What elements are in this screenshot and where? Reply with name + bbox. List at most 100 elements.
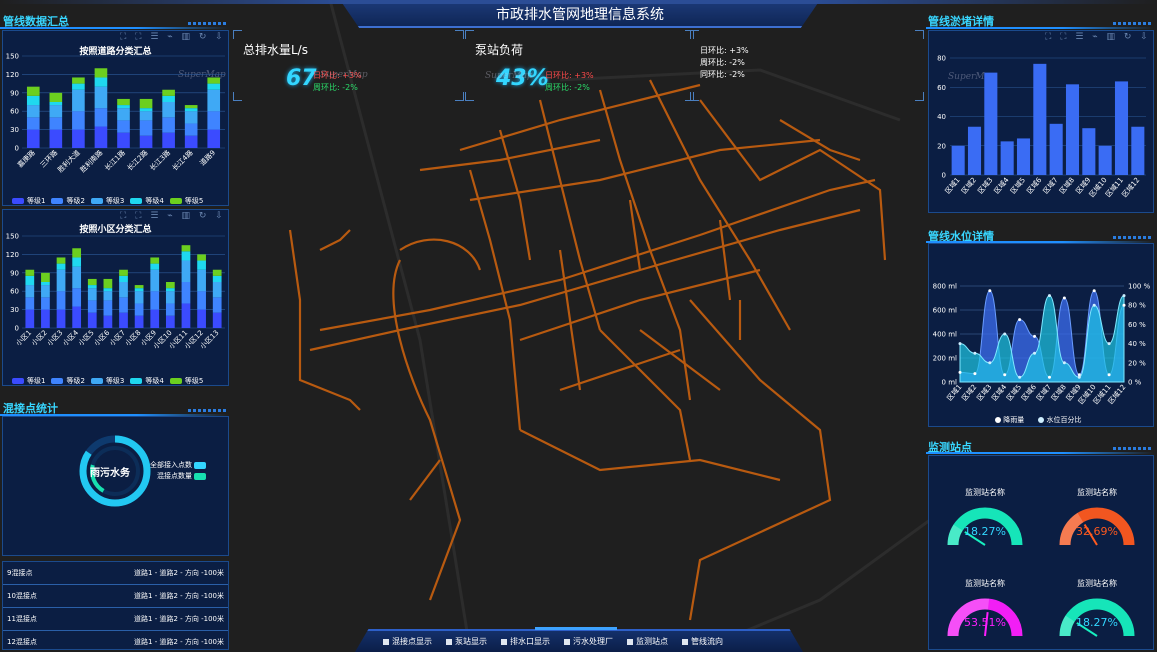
pipe-segment [319,229,351,251]
bar-segment [103,288,113,292]
x-tick-label: 小区3 [45,328,64,347]
bar [1065,84,1080,175]
legend-item[interactable]: 等级3 [90,196,125,206]
gauge-station-name: 监测站名称 [1077,579,1117,588]
checkbox-icon[interactable] [446,638,452,645]
bar-segment [212,275,222,282]
bar-segment [94,86,108,109]
y-tick-label: 60 [10,108,19,116]
legend-item[interactable]: 等级2 [51,376,85,386]
toggle-button[interactable]: 排水口显示 [501,636,550,647]
toggle-button[interactable]: 污水处理厂 [564,636,613,647]
kpi-corner [455,30,464,39]
chart-toolbar[interactable]: ⛶ ⛶ ☰ ⌁ ▥ ↻ ⇩ [120,211,226,221]
bar-segment [119,282,128,298]
table-row[interactable]: 11混接点 道路1 - 道路2 - 方向 -100米 [3,607,228,631]
y-tick-label-right: 20 % [1128,359,1146,367]
y-tick-label: 20 [937,142,946,150]
table-row[interactable]: 9混接点 道路1 - 道路2 - 方向 -100米 [3,562,228,585]
bar-segment [150,269,160,292]
chart-toolbar[interactable]: ⛶ ⛶ ☰ ⌁ ▥ ↻ ⇩ [120,32,226,42]
toggle-button[interactable]: 泵站显示 [446,636,487,647]
donut-legend: 全部接入点数 混接点数量 [150,460,207,482]
legend-label: 等级2 [66,377,85,385]
toggle-button-label: 混接点显示 [392,637,432,646]
y-tick-label-right: 40 % [1128,340,1146,348]
point-rainfall [1092,289,1096,293]
bar-segment [134,291,144,304]
checkbox-icon[interactable] [627,638,633,645]
bar-segment [134,288,144,292]
legend-item[interactable]: 等级4 [130,196,164,206]
legend-item[interactable]: 等级4 [130,376,164,386]
bar-segment [87,312,97,328]
gauge-value: 53.51% [964,616,1006,629]
pipe-segment [459,83,701,152]
bar-segment [117,98,130,106]
legend-item[interactable]: 等级3 [90,376,124,386]
legend-road: 等级1 等级2 等级3 等级4 等级5 [12,196,203,206]
bar-segment [25,309,35,328]
x-tick-label: 区域6 [1019,382,1038,402]
gauge-value: 18.27% [964,525,1006,538]
bar-segment [26,129,40,148]
bar-segment [72,111,85,130]
bar-segment [103,300,113,316]
bar-segment [72,248,82,258]
checkbox-icon[interactable] [501,638,507,645]
legend-item[interactable]: 等级5 [169,376,204,386]
kpi-corner [465,92,474,101]
bar-segment [56,257,66,264]
table-row[interactable]: 10混接点 道路1 - 道路2 - 方向 -100米 [3,584,228,608]
kpi-label-pump-load: 泵站负荷 [475,43,524,57]
legend-swatch [90,378,103,384]
checkbox-icon[interactable] [383,638,389,645]
point-water-level [1047,294,1051,298]
x-tick-label: 长江4路 [170,148,194,172]
legend-item[interactable]: 等级1 [12,376,45,386]
gauge-station-name: 监测站名称 [1077,488,1117,497]
y-tick-label-right: 80 % [1128,302,1146,310]
bar-segment [117,120,130,133]
legend-swatch [51,378,64,384]
checkbox-icon[interactable] [564,638,570,645]
bar-segment [207,89,221,112]
toggle-button[interactable]: 监测站点 [627,636,668,647]
chart-toolbar[interactable]: ⛶ ⛶ ☰ ⌁ ▥ ↻ ⇩ [1045,32,1151,42]
bar-segment [25,269,35,276]
legend-label: 等级5 [184,377,204,385]
legend-swatch [169,378,182,384]
bar-segment [165,288,175,292]
y-tick-label: 90 [10,269,19,277]
x-tick-label: 长江2路 [125,148,149,172]
bar-segment [150,257,160,264]
bar-segment [162,117,175,133]
x-tick-label: 区域5 [1004,383,1023,403]
chart-district-stacked-bar: 0306090120150小区1小区2小区3小区4小区5小区6小区7小区8小区9… [6,233,225,351]
point-water-level [1018,375,1022,379]
bar-segment [181,245,191,252]
x-tick-label: 区域8 [1049,383,1068,403]
toggle-button-label: 管线流向 [691,637,723,646]
bar-segment [119,297,128,313]
bar-segment [25,285,35,298]
bar [951,145,965,175]
x-tick-label: 小区6 [92,328,112,348]
bar-segment [72,83,85,90]
bar-segment [87,288,97,301]
panel-mixed-table[interactable]: 9混接点 道路1 - 道路2 - 方向 -100米 10混接点 道路1 - 道路2 … [2,561,229,650]
checkbox-icon[interactable] [682,638,688,645]
toggle-button[interactable]: 管线流向 [682,636,723,647]
point-rainfall [958,370,962,374]
table-row[interactable]: 12混接点 道路1 - 道路2 - 方向 -100米 [3,630,228,649]
bar-segment [41,272,50,282]
legend-label: 等级3 [105,197,125,205]
legend-item[interactable]: 等级5 [169,196,203,206]
title-underline [926,452,1154,454]
bar-segment [212,297,222,313]
legend-label: 等级4 [145,377,164,385]
legend-item[interactable]: 等级1 [12,196,45,206]
toggle-button[interactable]: 混接点显示 [383,636,432,647]
kpi-third-month: 同环比: -2% [700,70,745,79]
legend-item[interactable]: 等级2 [51,196,85,206]
